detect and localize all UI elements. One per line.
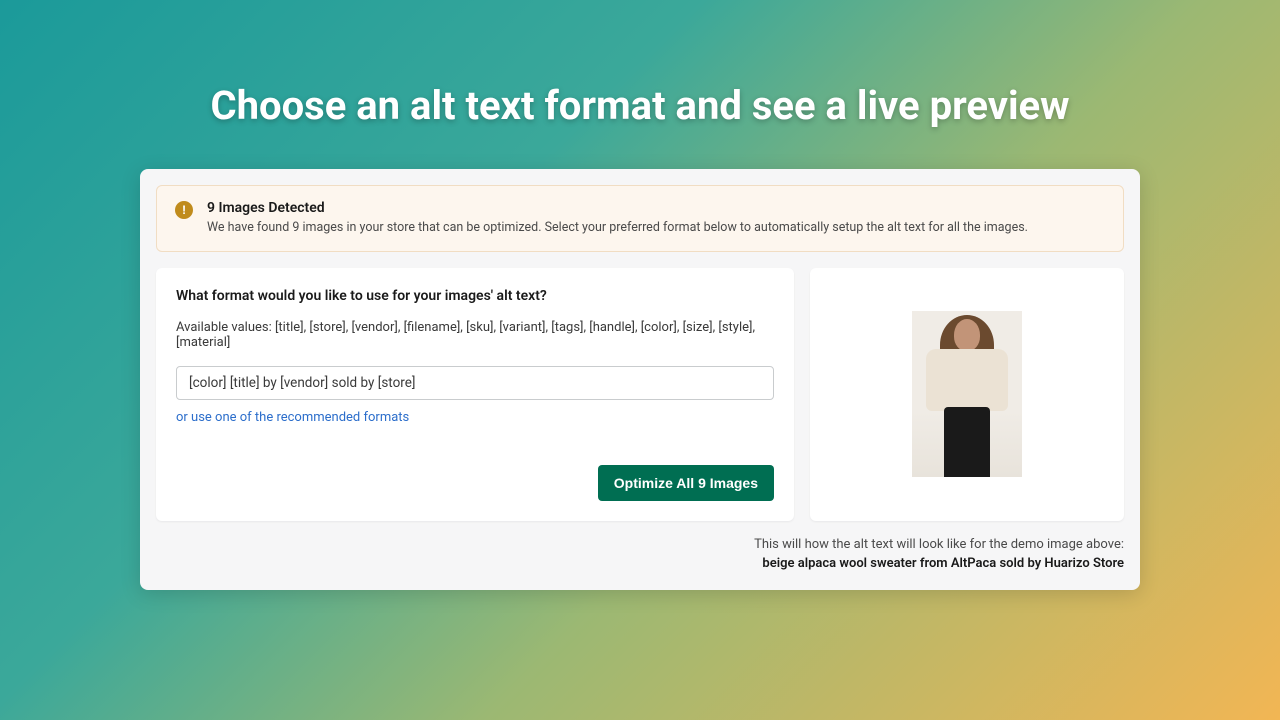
format-card: What format would you like to use for yo… (156, 268, 794, 521)
alert-banner: ! 9 Images Detected We have found 9 imag… (156, 185, 1124, 252)
format-question: What format would you like to use for yo… (176, 288, 774, 304)
preview-caption-result: beige alpaca wool sweater from AltPaca s… (762, 556, 1124, 571)
alt-text-format-input[interactable] (176, 366, 774, 400)
warning-icon: ! (175, 201, 193, 219)
optimize-all-button[interactable]: Optimize All 9 Images (598, 465, 774, 501)
preview-caption-intro: This will how the alt text will look lik… (754, 537, 1124, 552)
recommended-formats-link[interactable]: or use one of the recommended formats (176, 410, 409, 425)
preview-card (810, 268, 1124, 521)
available-values-label: Available values: [title], [store], [ven… (176, 320, 774, 350)
hero-title: Choose an alt text format and see a live… (0, 0, 1280, 169)
main-card: ! 9 Images Detected We have found 9 imag… (140, 169, 1140, 590)
preview-product-image (912, 311, 1022, 477)
alert-title: 9 Images Detected (207, 200, 1028, 216)
preview-caption: This will how the alt text will look lik… (156, 535, 1124, 574)
alert-description: We have found 9 images in your store tha… (207, 219, 1028, 237)
